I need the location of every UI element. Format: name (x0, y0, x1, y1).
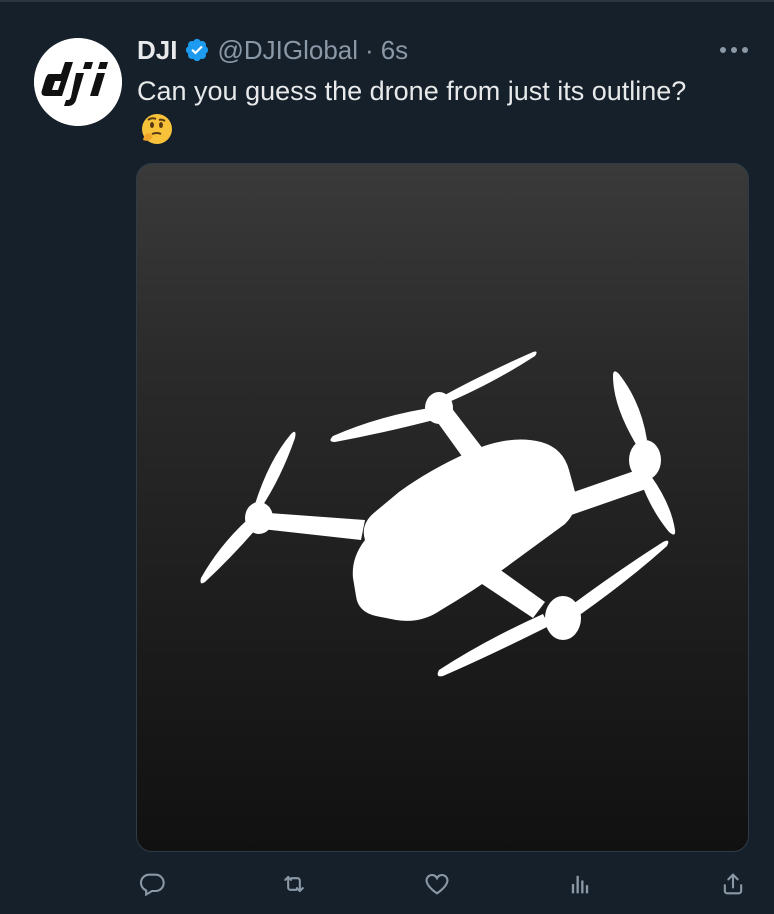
views-icon[interactable] (562, 866, 598, 902)
dji-logo-icon (34, 38, 122, 126)
retweet-icon[interactable] (276, 866, 312, 902)
thinking-face-emoji (137, 110, 175, 148)
author-handle[interactable]: @DJIGlobal (217, 33, 358, 67)
top-divider (0, 0, 774, 2)
drone-silhouette (200, 351, 676, 677)
tweet-header: DJI @DJIGlobal · 6s (137, 33, 408, 67)
tweet-timestamp[interactable]: 6s (381, 33, 408, 67)
tweet-media-image[interactable] (136, 163, 749, 852)
verified-badge-icon (186, 38, 209, 62)
share-icon[interactable] (715, 866, 751, 902)
reply-icon[interactable] (134, 866, 170, 902)
like-icon[interactable] (419, 866, 455, 902)
tweet-text: Can you guess the drone from just its ou… (137, 76, 687, 106)
avatar[interactable] (34, 38, 122, 126)
header-separator: · (365, 35, 374, 65)
more-options-icon[interactable] (716, 38, 752, 62)
author-name[interactable]: DJI (137, 33, 177, 67)
tweet-actions-bar (0, 860, 774, 908)
